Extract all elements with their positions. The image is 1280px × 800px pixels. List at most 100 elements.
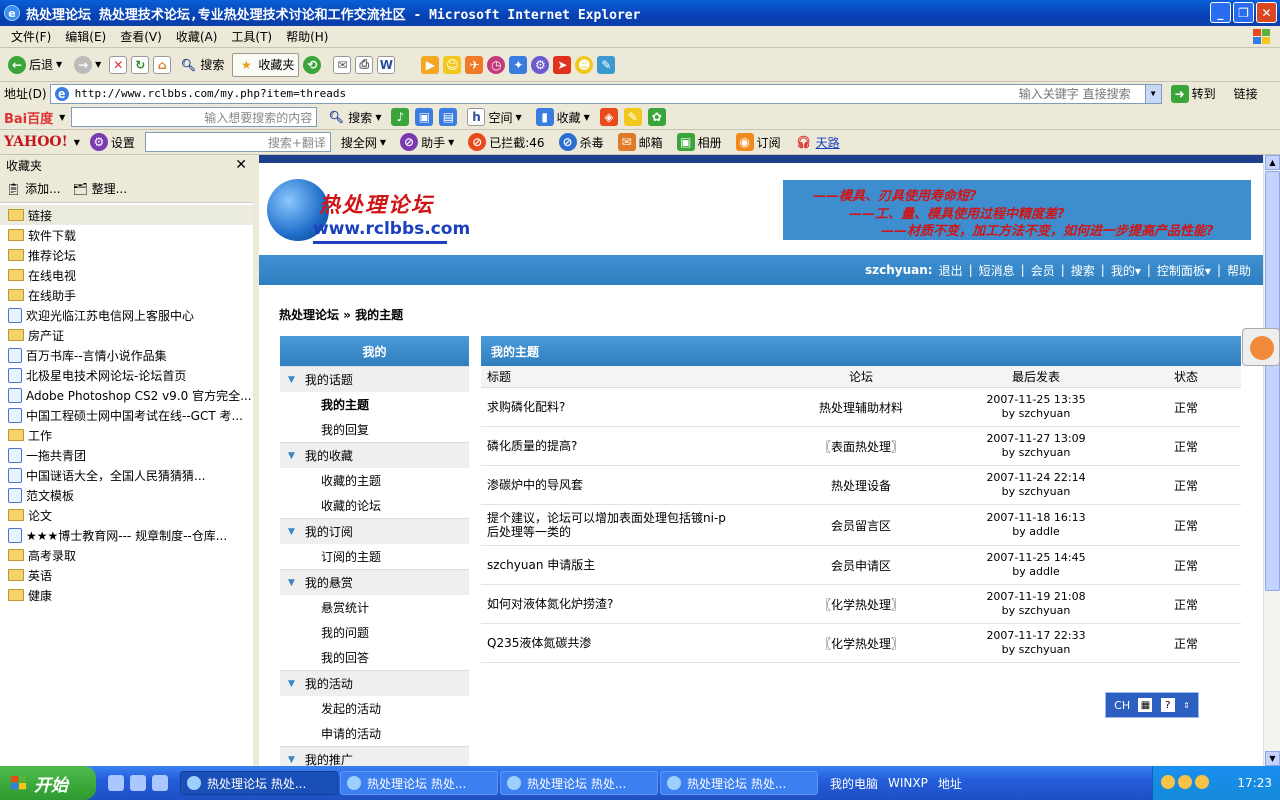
- floating-chat-button[interactable]: [1242, 328, 1280, 366]
- menu-group[interactable]: ▼ 我的话题: [280, 366, 469, 392]
- album-button[interactable]: ▣ 相册: [673, 131, 726, 153]
- thread-title-link[interactable]: Q235液体氮碳共渗: [481, 636, 781, 650]
- tianlu-link[interactable]: 🎧︎ 天路: [791, 131, 844, 153]
- thread-title-link[interactable]: szchyuan 申请版主: [481, 558, 781, 572]
- history-icon[interactable]: ⟲: [303, 55, 322, 74]
- task-button-1[interactable]: 热处理论坛 热处...: [180, 771, 338, 795]
- last-post-author[interactable]: by addle: [941, 525, 1131, 539]
- thread-forum-link[interactable]: 会员留言区: [781, 517, 941, 534]
- menu-item[interactable]: 申请的活动: [280, 721, 469, 746]
- vertical-scrollbar[interactable]: ▲ ▼: [1263, 155, 1280, 766]
- last-post-author[interactable]: by addle: [941, 565, 1131, 579]
- menu-group[interactable]: ▼ 我的悬赏: [280, 569, 469, 595]
- winxp-link[interactable]: WINXP: [888, 776, 928, 790]
- links-label[interactable]: 链接: [1234, 85, 1258, 102]
- favorite-folder[interactable]: 在线电视: [0, 265, 253, 285]
- menu-item[interactable]: 我的主题: [280, 392, 469, 417]
- favorite-link[interactable]: ★★★博士教育网--- 规章制度--仓库...: [0, 525, 253, 545]
- thread-title-link[interactable]: 求购磷化配料?: [481, 400, 781, 414]
- menu-item[interactable]: 收藏的主题: [280, 468, 469, 493]
- ime-scroll-icon[interactable]: ⇕: [1183, 701, 1190, 710]
- nav-members[interactable]: 会员: [1031, 262, 1055, 279]
- last-post-author[interactable]: by szchyuan: [941, 604, 1131, 618]
- search-button[interactable]: 🔍︎ 搜索: [175, 54, 228, 76]
- menu-item[interactable]: 订阅的主题: [280, 544, 469, 569]
- baidu-search-input[interactable]: 输入想要搜索的内容: [71, 107, 318, 127]
- minimize-button[interactable]: _: [1210, 2, 1231, 23]
- qq-tray-icon[interactable]: [1161, 774, 1175, 789]
- thread-title-link[interactable]: 渗碳炉中的导风套: [481, 478, 781, 492]
- desktop-icon[interactable]: [152, 775, 168, 791]
- nav-my[interactable]: 我的▾: [1111, 262, 1141, 279]
- favorite-link[interactable]: 中国工程硕士网中国考试在线--GCT 考...: [0, 405, 253, 425]
- favorite-folder[interactable]: 健康: [0, 585, 253, 605]
- close-pane-icon[interactable]: ✕: [235, 157, 247, 173]
- volume-tray-icon[interactable]: [1195, 774, 1209, 789]
- highlight-icon[interactable]: ✎: [623, 108, 642, 126]
- thread-title-link[interactable]: 磷化质量的提高?: [481, 439, 781, 453]
- thread-title-link[interactable]: 如何对液体氮化炉捞渣?: [481, 597, 781, 611]
- favorite-folder[interactable]: 论文: [0, 505, 253, 525]
- mail-button[interactable]: ✉ 邮箱: [614, 131, 667, 153]
- thread-forum-link[interactable]: 热处理设备: [781, 477, 941, 494]
- start-button[interactable]: 开始: [0, 766, 96, 800]
- site-logo-url[interactable]: www.rclbbs.com: [313, 219, 470, 239]
- print-icon[interactable]: ⎙: [355, 55, 374, 74]
- last-post-author[interactable]: by szchyuan: [941, 407, 1131, 421]
- address-dropdown-icon[interactable]: ▼: [1144, 84, 1161, 103]
- nav-logout[interactable]: 退出: [939, 262, 963, 279]
- go-button[interactable]: ➜ 转到: [1167, 83, 1220, 105]
- menu-view[interactable]: 查看(V): [113, 28, 169, 45]
- my-computer-link[interactable]: 我的电脑: [830, 775, 878, 792]
- favorite-link[interactable]: 北极星电技术网论坛-论坛首页: [0, 365, 253, 385]
- settings-icon[interactable]: ⚙: [531, 55, 550, 74]
- thread-forum-link[interactable]: 〖表面热处理〗: [781, 438, 941, 455]
- back-button[interactable]: ← 后退 ▼: [4, 54, 66, 76]
- menu-help[interactable]: 帮助(H): [279, 28, 335, 45]
- home-icon[interactable]: ⌂: [153, 55, 172, 74]
- download-icon[interactable]: [108, 775, 124, 791]
- refresh-icon[interactable]: ↻: [131, 55, 150, 74]
- music-icon[interactable]: ♪: [391, 108, 410, 126]
- menu-group[interactable]: ▼ 我的活动: [280, 670, 469, 696]
- baidu-search-button[interactable]: 🔍︎ 搜索 ▼: [323, 106, 385, 128]
- thread-forum-link[interactable]: 会员申请区: [781, 557, 941, 574]
- favorite-link[interactable]: 百万书库--言情小说作品集: [0, 345, 253, 365]
- baidu-logo[interactable]: Bai百度: [4, 108, 53, 127]
- add-favorite-button[interactable]: 📋︎ 添加...: [6, 180, 61, 197]
- task-button-2[interactable]: 热处理论坛 热处...: [340, 771, 498, 795]
- word-icon[interactable]: W: [377, 55, 396, 74]
- popup-icon[interactable]: ◈: [599, 108, 618, 126]
- scroll-up-icon[interactable]: ▲: [1265, 155, 1280, 170]
- menu-tools[interactable]: 工具(T): [224, 28, 279, 45]
- menu-item[interactable]: 我的问题: [280, 620, 469, 645]
- keyboard-icon[interactable]: ▦: [1138, 698, 1153, 712]
- helper-button[interactable]: ⊘ 助手 ▼: [396, 131, 458, 153]
- favorite-folder[interactable]: 工作: [0, 425, 253, 445]
- address-toolbar-label[interactable]: 地址: [938, 775, 962, 792]
- clock-icon[interactable]: ◷: [487, 55, 506, 74]
- ie-quick-icon[interactable]: [130, 775, 146, 791]
- popup-blocker-button[interactable]: ⊘ 已拦截:46: [464, 131, 548, 153]
- whole-web-button[interactable]: 搜全网 ▼: [337, 132, 390, 153]
- nav-search[interactable]: 搜索: [1071, 262, 1095, 279]
- favorite-folder[interactable]: 链接: [0, 205, 253, 225]
- msn-icon[interactable]: ✦: [509, 55, 528, 74]
- thread-forum-link[interactable]: 〖化学热处理〗: [781, 596, 941, 613]
- menu-group[interactable]: ▼ 我的收藏: [280, 442, 469, 468]
- rss-button[interactable]: ◉ 订阅: [732, 131, 785, 153]
- task-button-4[interactable]: 热处理论坛 热处...: [660, 771, 818, 795]
- image-icon[interactable]: ▣: [415, 108, 434, 126]
- baidu-collect-button[interactable]: ▮ 收藏 ▼: [532, 106, 594, 128]
- qq-icon[interactable]: ☺: [443, 55, 462, 74]
- menu-group[interactable]: ▼ 我的订阅: [280, 518, 469, 544]
- nav-help[interactable]: 帮助: [1227, 262, 1251, 279]
- menu-group[interactable]: ▼ 我的推广: [280, 746, 469, 766]
- favorite-folder[interactable]: 软件下载: [0, 225, 253, 245]
- last-post-author[interactable]: by szchyuan: [941, 643, 1131, 657]
- favorite-folder[interactable]: 高考录取: [0, 545, 253, 565]
- favorite-folder[interactable]: 英语: [0, 565, 253, 585]
- scroll-thumb[interactable]: [1265, 171, 1280, 591]
- yahoo-search-input[interactable]: 搜索+翻译: [144, 132, 331, 152]
- ime-bar[interactable]: CH ▦ ? ⇕: [1105, 692, 1199, 718]
